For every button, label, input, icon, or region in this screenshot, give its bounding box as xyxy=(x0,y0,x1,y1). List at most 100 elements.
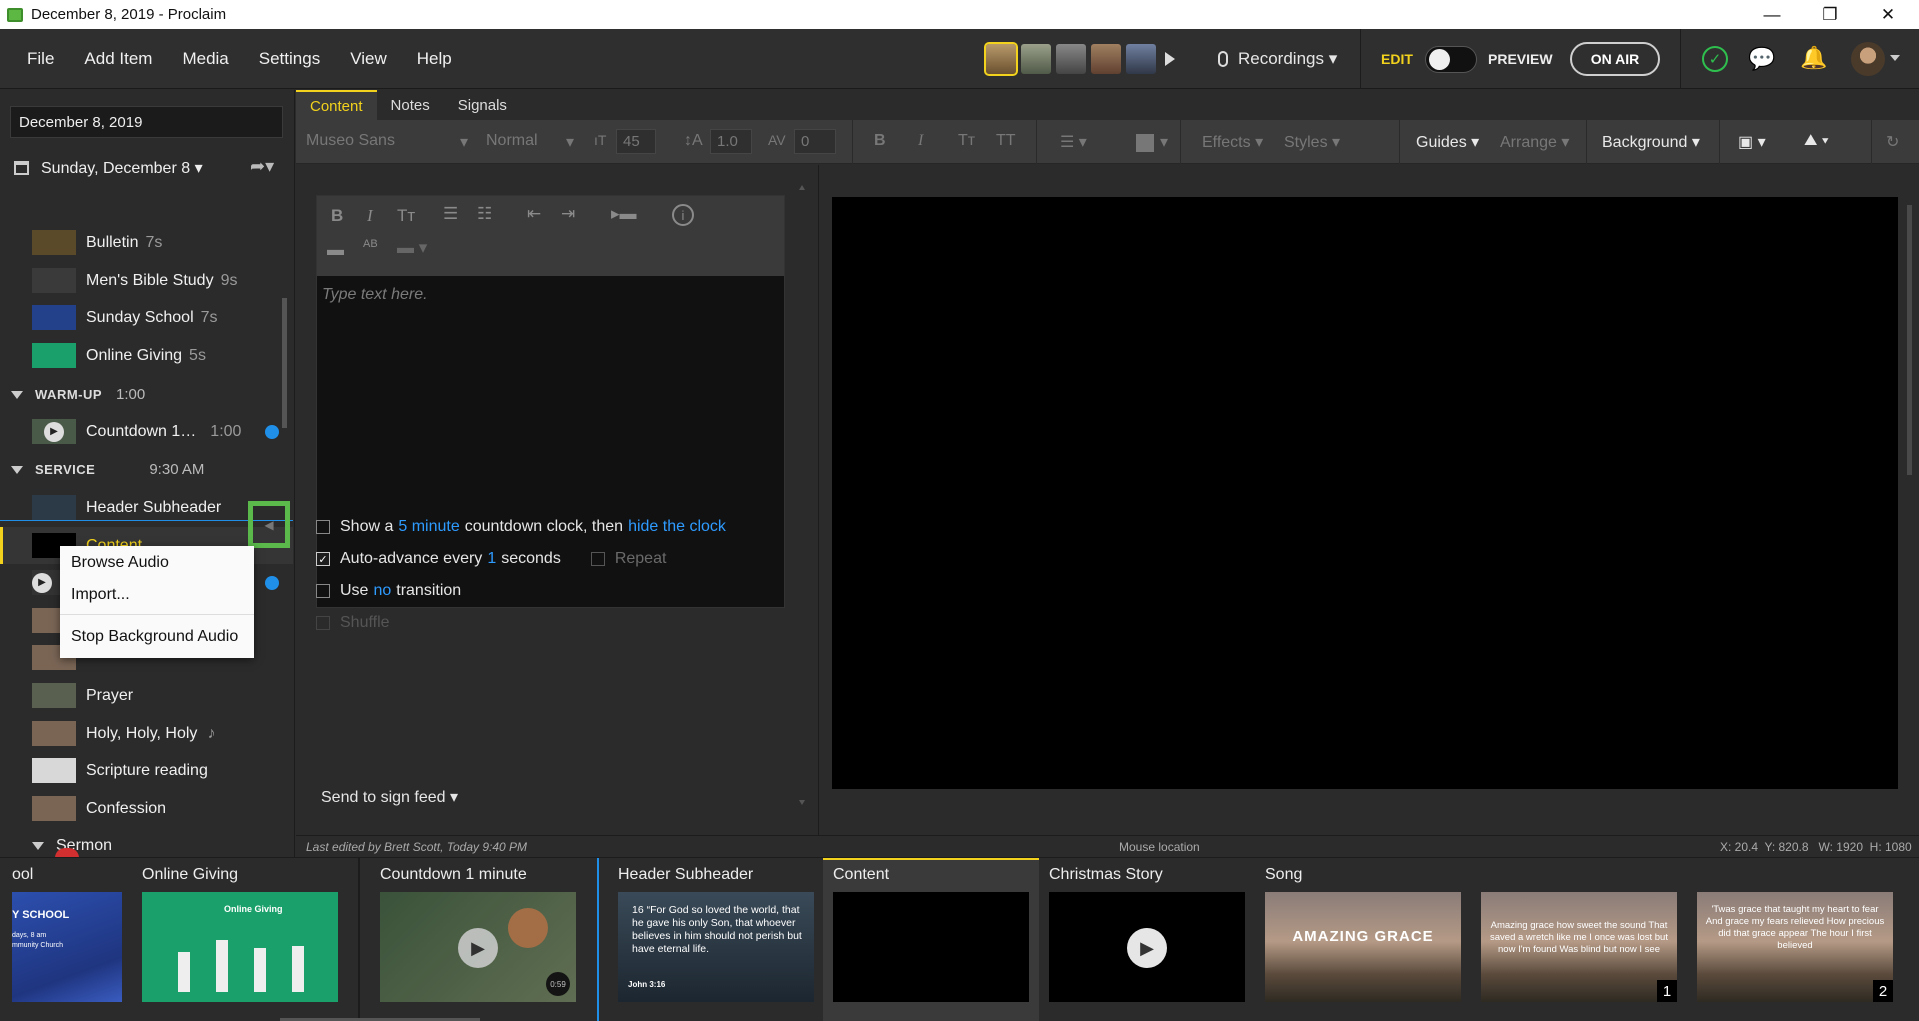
arrange-dropdown[interactable]: Arrange ▾ xyxy=(1500,132,1569,152)
menu-item-browse-audio[interactable]: Browse Audio xyxy=(71,554,169,572)
info-icon[interactable]: i xyxy=(672,204,694,226)
sidebar-item-bulletin[interactable]: Bulletin 7s xyxy=(0,224,293,261)
minimize-button[interactable]: — xyxy=(1743,0,1801,29)
filmstrip-slide-lyrics-1[interactable]: Amazing grace how sweet the sound That s… xyxy=(1481,858,1677,1021)
filmstrip-slide-lyrics-2[interactable]: 'Twas grace that taught my heart to fear… xyxy=(1697,858,1893,1021)
text-placeholder[interactable]: Type text here. xyxy=(322,286,428,304)
image-icon[interactable]: ⛰ ▾ xyxy=(1804,132,1829,150)
collaborator-avatar[interactable] xyxy=(1126,44,1156,74)
align-icon[interactable]: ☰ ▾ xyxy=(1060,132,1087,152)
guides-dropdown[interactable]: Guides ▾ xyxy=(1416,132,1479,152)
collapse-caret-icon[interactable] xyxy=(11,465,23,474)
canvas-scrollbar[interactable] xyxy=(1907,185,1912,785)
chat-icon[interactable]: 💬 xyxy=(1748,46,1775,72)
close-button[interactable]: ✕ xyxy=(1859,0,1917,29)
user-menu-chevron-icon[interactable] xyxy=(1890,55,1900,61)
countdown-checkbox[interactable] xyxy=(316,520,330,534)
font-size-input[interactable]: 45 xyxy=(616,129,656,154)
bold-icon[interactable]: B xyxy=(331,206,343,226)
send-to-sign-feed-dropdown[interactable]: Send to sign feed ▾ xyxy=(321,787,458,807)
filmstrip-slide-content-active[interactable]: Content xyxy=(823,858,1039,1021)
sidebar-item-confession[interactable]: Confession xyxy=(0,790,293,827)
scroll-up-arrow-icon[interactable] xyxy=(799,185,805,190)
user-avatar[interactable] xyxy=(1851,42,1885,76)
countdown-duration-link[interactable]: 5 minute xyxy=(398,518,459,536)
repeat-checkbox[interactable] xyxy=(590,552,605,566)
transition-checkbox[interactable] xyxy=(316,584,330,598)
auto-advance-checkbox[interactable]: ✓ xyxy=(316,552,330,566)
tab-content[interactable]: Content xyxy=(296,90,377,120)
sidebar-item-countdown[interactable]: ▶ Countdown 1… 1:00 xyxy=(0,413,293,450)
bullet-list-icon[interactable]: ☰ xyxy=(443,204,458,224)
collapse-caret-icon[interactable] xyxy=(11,390,23,399)
sidebar-item-online-giving[interactable]: Online Giving 5s xyxy=(0,337,293,374)
indent-icon[interactable]: ⇥ xyxy=(561,204,575,224)
background-dropdown[interactable]: Background ▾ xyxy=(1602,132,1700,152)
chevron-down-icon[interactable]: ▾ xyxy=(1160,132,1168,152)
insert-block-icon[interactable]: ▸▬ xyxy=(611,204,637,224)
sync-status-check-icon[interactable]: ✓ xyxy=(1702,46,1728,72)
editor-scrollbar[interactable] xyxy=(799,185,805,805)
sidebar-item-sunday-school[interactable]: Sunday School 7s xyxy=(0,299,293,336)
hide-clock-link[interactable]: hide the clock xyxy=(628,518,726,536)
styles-dropdown[interactable]: Styles ▾ xyxy=(1284,132,1340,152)
chevron-down-icon[interactable]: ▾ xyxy=(460,132,468,152)
sidebar-item-scripture-reading[interactable]: Scripture reading xyxy=(0,752,293,789)
bold-icon[interactable]: B xyxy=(874,132,886,150)
line-style-icon[interactable]: ▬ xyxy=(327,240,344,260)
play-icon[interactable]: ▶ xyxy=(458,928,498,968)
more-collaborators-arrow-icon[interactable] xyxy=(1165,52,1175,66)
share-arrow-icon[interactable]: ➦▾ xyxy=(250,156,274,177)
background-audio-button[interactable]: ◀ xyxy=(248,501,290,548)
font-style-select[interactable]: Normal xyxy=(486,132,538,150)
tab-notes[interactable]: Notes xyxy=(377,90,444,120)
collaborator-avatar[interactable] xyxy=(1056,44,1086,74)
transition-type-link[interactable]: no xyxy=(373,582,391,600)
filmstrip-slide-song-title[interactable]: Song AMAZING GRACE xyxy=(1265,858,1461,1021)
text-color-swatch[interactable] xyxy=(1136,134,1154,152)
italic-icon[interactable]: I xyxy=(918,132,923,150)
sidebar-item-mens-bible-study[interactable]: Men's Bible Study 9s xyxy=(0,262,293,299)
collaborator-avatar[interactable] xyxy=(1091,44,1121,74)
undo-icon[interactable]: ↻ xyxy=(1886,132,1899,152)
small-caps-icon[interactable]: Tт xyxy=(397,206,415,226)
filmstrip-slide-online-giving[interactable]: Online Giving Online Giving xyxy=(142,858,338,1021)
filmstrip-slide-countdown[interactable]: Countdown 1 minute ▶ 0:59 xyxy=(380,858,576,1021)
bell-icon[interactable]: 🔔 xyxy=(1800,45,1827,71)
filmstrip-slide-christmas-story[interactable]: Christmas Story ▶ xyxy=(1049,858,1245,1021)
filmstrip-slide-sunday-school[interactable]: ool Y SCHOOL days, 8 am mmunity Church xyxy=(12,858,122,1021)
spell-check-icon[interactable]: AB xyxy=(363,238,378,250)
menu-help[interactable]: Help xyxy=(417,49,452,69)
collaborator-avatar[interactable] xyxy=(984,42,1018,76)
maximize-button[interactable]: ❐ xyxy=(1801,0,1859,29)
highlight-icon[interactable]: ▬ ▾ xyxy=(397,238,427,258)
play-icon[interactable]: ▶ xyxy=(1127,928,1167,968)
letter-spacing-input[interactable]: 0 xyxy=(794,129,836,154)
menu-media[interactable]: Media xyxy=(182,49,228,69)
menu-view[interactable]: View xyxy=(350,49,387,69)
slide-canvas[interactable] xyxy=(832,197,1898,789)
filmstrip-slide-header-subheader[interactable]: Header Subheader 16 “For God so loved th… xyxy=(618,858,814,1021)
menu-add-item[interactable]: Add Item xyxy=(84,49,152,69)
edit-preview-toggle[interactable] xyxy=(1425,46,1477,73)
shuffle-checkbox[interactable] xyxy=(316,616,330,630)
auto-advance-seconds-link[interactable]: 1 xyxy=(487,550,496,568)
italic-icon[interactable]: I xyxy=(367,206,373,226)
menu-file[interactable]: File xyxy=(27,49,54,69)
text-box-icon[interactable]: ▣ ▾ xyxy=(1738,132,1766,152)
chevron-down-icon[interactable]: ▾ xyxy=(566,132,574,152)
scroll-down-arrow-icon[interactable] xyxy=(799,800,805,805)
tab-signals[interactable]: Signals xyxy=(444,90,521,120)
on-air-button[interactable]: ON AIR xyxy=(1570,42,1660,76)
sidebar-item-prayer[interactable]: Prayer xyxy=(0,677,293,714)
effects-dropdown[interactable]: Effects ▾ xyxy=(1202,132,1263,152)
scrollbar-thumb[interactable] xyxy=(1907,205,1912,475)
font-family-select[interactable]: Museo Sans xyxy=(306,132,395,150)
collaborator-avatar[interactable] xyxy=(1021,44,1051,74)
small-caps-icon[interactable]: Tт xyxy=(958,132,975,150)
collapse-caret-icon[interactable] xyxy=(32,841,44,850)
menu-item-import[interactable]: Import... xyxy=(71,586,130,604)
scrollbar-thumb[interactable] xyxy=(282,298,287,428)
line-height-input[interactable]: 1.0 xyxy=(710,129,752,154)
sidebar-item-holy-holy-holy[interactable]: Holy, Holy, Holy ♪ xyxy=(0,715,293,752)
